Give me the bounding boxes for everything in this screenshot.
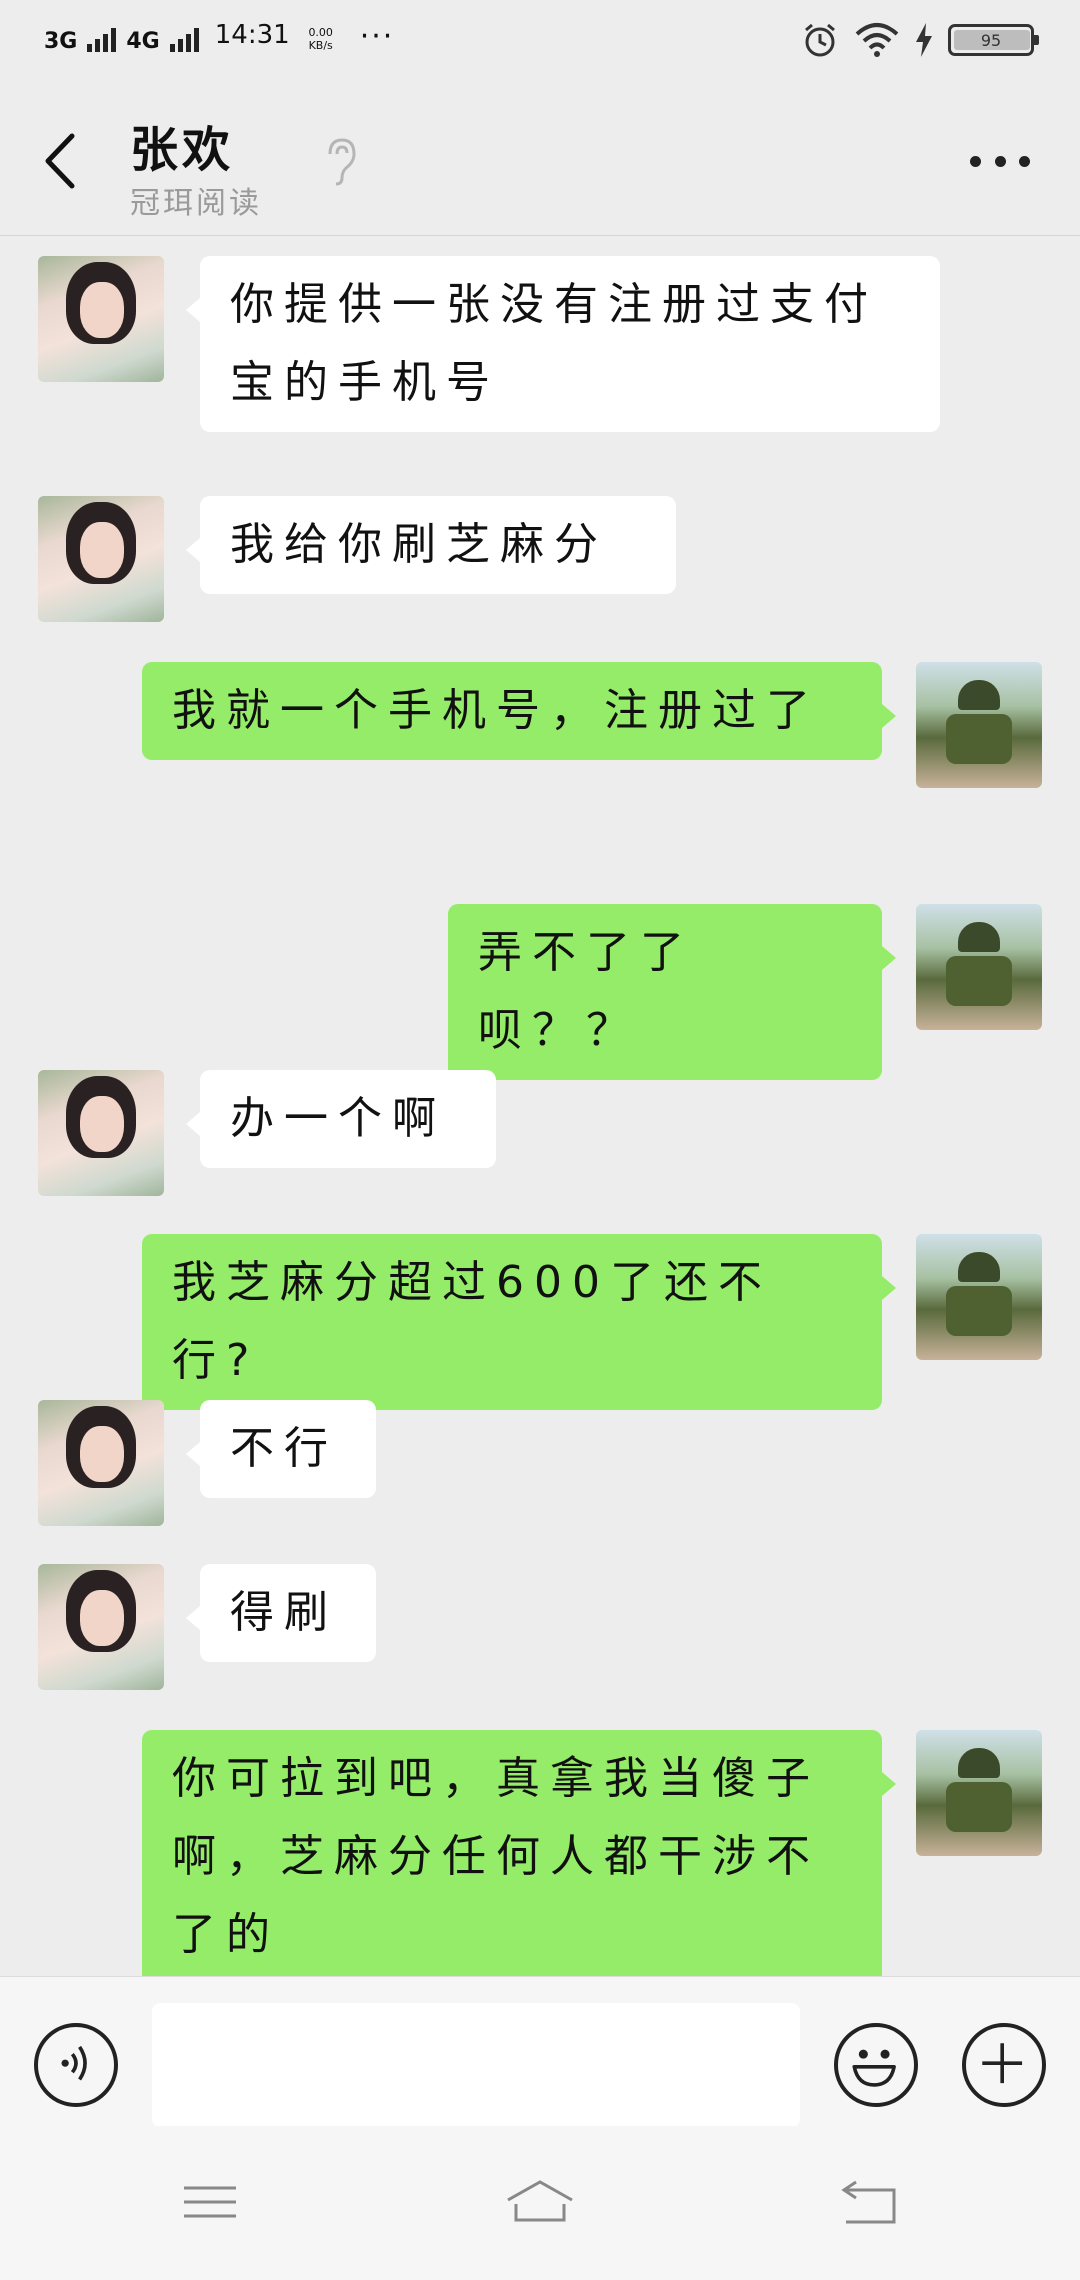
alarm-icon bbox=[805, 23, 835, 57]
contact-avatar[interactable] bbox=[38, 1564, 164, 1690]
contact-avatar[interactable] bbox=[38, 496, 164, 622]
network-speed-unit: KB/s bbox=[308, 39, 333, 52]
message-bubble-incoming[interactable]: 我给你刷芝麻分 bbox=[186, 496, 676, 594]
back-nav-icon[interactable] bbox=[830, 2172, 910, 2232]
charging-icon bbox=[916, 23, 932, 57]
contact-name: 张欢 bbox=[130, 122, 235, 178]
contact-avatar[interactable] bbox=[38, 1070, 164, 1196]
wifi-icon bbox=[855, 23, 899, 57]
message-bubble-incoming[interactable]: 得刷 bbox=[186, 1564, 376, 1662]
menu-icon[interactable] bbox=[170, 2172, 250, 2232]
message-row-incoming: 你提供一张没有注册过支付宝的手机号 bbox=[0, 256, 1080, 466]
message-row-outgoing: 弄不了了呗？？ bbox=[0, 904, 1080, 1080]
network-speed-value: 0.00 bbox=[308, 26, 333, 39]
more-notifications: ··· bbox=[359, 19, 395, 54]
network-4g-label: 4G bbox=[126, 29, 160, 54]
user-avatar[interactable] bbox=[916, 1730, 1042, 1856]
user-avatar[interactable] bbox=[916, 662, 1042, 788]
network-4g: 4G bbox=[126, 29, 160, 54]
network-3g-label: 3G bbox=[44, 29, 78, 54]
plus-icon[interactable] bbox=[962, 2023, 1046, 2107]
voice-icon[interactable] bbox=[34, 2023, 118, 2107]
user-avatar[interactable] bbox=[916, 904, 1042, 1030]
contact-subtitle: 冠珥阅读 bbox=[130, 186, 262, 221]
network-3g: 3G bbox=[44, 29, 78, 54]
message-bubble-outgoing[interactable]: 弄不了了呗？？ bbox=[448, 904, 896, 1080]
message-row-outgoing: 你可拉到吧，真拿我当傻子啊，芝麻分任何人都干涉不了的 bbox=[0, 1730, 1080, 1976]
emoji-icon[interactable] bbox=[834, 2023, 918, 2107]
battery-level: 95 bbox=[980, 30, 1002, 50]
home-icon[interactable] bbox=[500, 2172, 580, 2232]
message-row-incoming: 我给你刷芝麻分 bbox=[0, 496, 1080, 626]
ear-icon bbox=[328, 138, 356, 186]
message-row-incoming: 得刷 bbox=[0, 1564, 1080, 1694]
message-input[interactable] bbox=[152, 2003, 800, 2127]
input-bar bbox=[0, 1976, 1080, 2127]
clock: 14:31 bbox=[214, 20, 290, 50]
more-icon[interactable] bbox=[970, 146, 1030, 176]
system-nav-bar bbox=[0, 2126, 1080, 2280]
message-bubble-outgoing[interactable]: 我就一个手机号，注册过了 bbox=[142, 662, 896, 760]
message-bubble-incoming[interactable]: 你提供一张没有注册过支付宝的手机号 bbox=[186, 256, 940, 432]
message-bubble-incoming[interactable]: 不行 bbox=[186, 1400, 376, 1498]
message-bubble-outgoing[interactable]: 你可拉到吧，真拿我当傻子啊，芝麻分任何人都干涉不了的 bbox=[142, 1730, 896, 1976]
back-icon[interactable] bbox=[38, 126, 88, 196]
message-row-outgoing: 我就一个手机号，注册过了 bbox=[0, 662, 1080, 872]
contact-avatar[interactable] bbox=[38, 1400, 164, 1526]
message-list[interactable]: 你提供一张没有注册过支付宝的手机号 我给你刷芝麻分 我就一个手机号，注册过了 弄… bbox=[0, 236, 1080, 1976]
network-speed: 0.00 KB/s bbox=[304, 26, 338, 52]
user-avatar[interactable] bbox=[916, 1234, 1042, 1360]
contact-avatar[interactable] bbox=[38, 256, 164, 382]
chat-header: 张欢 冠珥阅读 bbox=[0, 86, 1080, 236]
status-bar: 3G 4G 14:31 0.00 KB/s ··· 95 bbox=[0, 0, 1080, 86]
signal-icon-2 bbox=[169, 28, 199, 52]
message-row-incoming: 不行 bbox=[0, 1400, 1080, 1530]
message-row-outgoing: 我芝麻分超过600了还不行? bbox=[0, 1234, 1080, 1410]
battery-icon: 95 bbox=[948, 24, 1039, 56]
message-bubble-outgoing[interactable]: 我芝麻分超过600了还不行? bbox=[142, 1234, 896, 1410]
status-right: 95 bbox=[800, 20, 1039, 60]
signal-icon bbox=[87, 28, 117, 52]
message-row-incoming: 办一个啊 bbox=[0, 1070, 1080, 1200]
message-bubble-incoming[interactable]: 办一个啊 bbox=[186, 1070, 496, 1168]
status-left: 3G 4G 14:31 0.00 KB/s ··· bbox=[44, 18, 395, 54]
